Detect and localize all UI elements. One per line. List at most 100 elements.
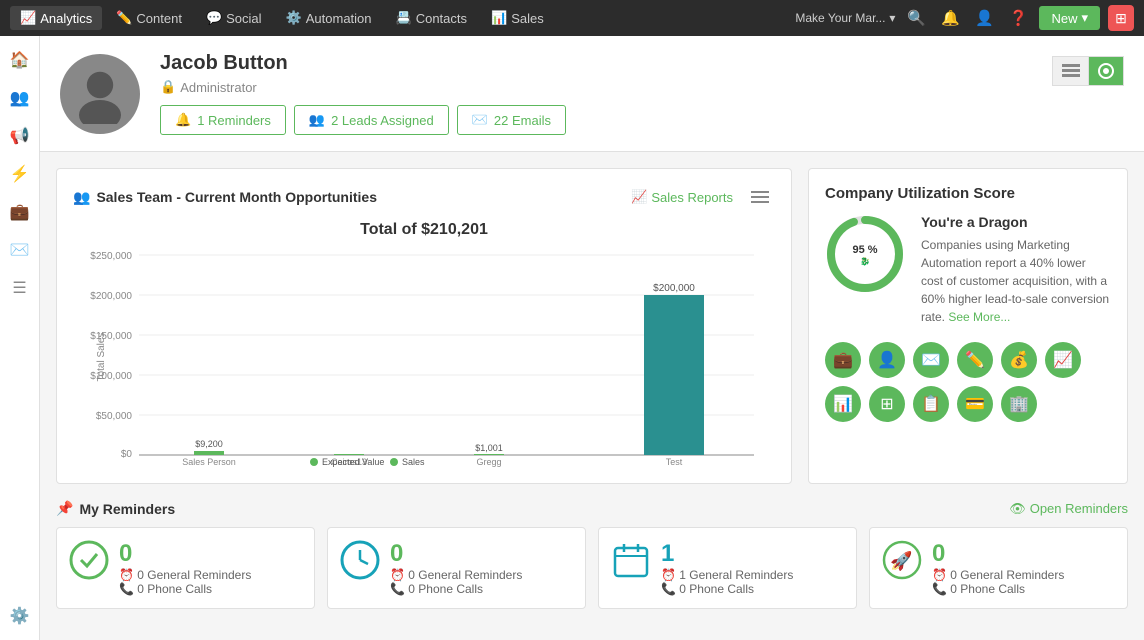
contacts-icon: 📇: [396, 10, 412, 26]
chevron-down-icon: ▾: [1081, 10, 1088, 26]
shield-icon: 🔒: [160, 79, 176, 95]
chart-icon: 📈: [631, 189, 647, 205]
score-circle: 95 % 🐉: [825, 214, 905, 294]
nav-sales[interactable]: 📊 Sales: [481, 6, 554, 30]
sidebar-briefcase[interactable]: 💼: [4, 196, 36, 228]
profile-actions: 🔔 1 Reminders 👥 2 Leads Assigned ✉️ 22 E…: [160, 105, 1032, 135]
svg-text:$1,001: $1,001: [475, 443, 503, 453]
general-reminder-1: ⏰ 0 General Reminders: [390, 568, 522, 582]
feature-building-icon[interactable]: 🏢: [1001, 386, 1037, 422]
sales-icon: 📊: [491, 10, 507, 26]
automation-icon: ⚙️: [286, 10, 302, 26]
nav-analytics[interactable]: 📈 Analytics: [10, 6, 102, 30]
general-reminder-2: ⏰ 1 General Reminders: [661, 568, 793, 582]
phone-reminder-0: 📞 0 Phone Calls: [119, 582, 251, 596]
svg-text:Sales Person: Sales Person: [182, 457, 236, 467]
eye-icon: 👁: [1009, 501, 1026, 517]
nav-analytics-label: Analytics: [40, 11, 92, 26]
sidebar-mail[interactable]: ✉️: [4, 234, 36, 266]
feature-bar-icon[interactable]: 📊: [825, 386, 861, 422]
new-button[interactable]: New ▾: [1039, 6, 1100, 30]
email-icon: ✉️: [472, 112, 488, 128]
score-percentage: 95 %: [852, 244, 877, 256]
profile-info: Jacob Button 🔒 Administrator 🔔 1 Reminde…: [160, 52, 1032, 135]
sales-reports-link[interactable]: 📈 Sales Reports: [631, 189, 733, 205]
reminder-calendar-icon: [611, 540, 651, 580]
chart-total: Total of $210,201: [73, 221, 775, 239]
feature-user-icon[interactable]: 👤: [869, 342, 905, 378]
user-profile-button[interactable]: 👤: [971, 5, 997, 31]
phone-reminder-3: 📞 0 Phone Calls: [932, 582, 1064, 596]
bar-chart: $250,000 $200,000 $150,000 $100,000 $50,…: [73, 247, 775, 467]
left-sidebar: 🏠 👥 📢 ⚡ 💼 ✉️ ☰ ⚙️: [0, 36, 40, 640]
feature-edit-icon[interactable]: ✏️: [957, 342, 993, 378]
feature-money-icon[interactable]: 💰: [1001, 342, 1037, 378]
brand-selector[interactable]: Make Your Mar... ▾: [795, 11, 895, 25]
feature-card-icon[interactable]: 💳: [957, 386, 993, 422]
nav-content-label: Content: [136, 11, 182, 26]
feature-chart-icon[interactable]: 📈: [1045, 342, 1081, 378]
score-description: You're a Dragon Companies using Marketin…: [921, 214, 1111, 326]
reminder-card-0: 0 ⏰ 0 General Reminders 📞 0 Phone Calls: [56, 527, 315, 609]
top-navigation: 📈 Analytics ✏️ Content 💬 Social ⚙️ Autom…: [0, 0, 1144, 36]
score-title: Company Utilization Score: [825, 185, 1111, 202]
nav-social-label: Social: [226, 11, 261, 26]
chevron-down-icon: ▾: [889, 11, 895, 25]
sidebar-filter[interactable]: ⚡: [4, 158, 36, 190]
notifications-button[interactable]: 🔔: [937, 5, 963, 31]
score-card: Company Utilization Score 95 % 🐉: [808, 168, 1128, 484]
sidebar-home[interactable]: 🏠: [4, 44, 36, 76]
nav-automation[interactable]: ⚙️ Automation: [276, 6, 382, 30]
svg-text:$9,200: $9,200: [195, 439, 223, 449]
chart-title: 👥 Sales Team - Current Month Opportuniti…: [73, 189, 377, 206]
svg-text:$0: $0: [121, 449, 133, 460]
reminders-button[interactable]: 🔔 1 Reminders: [160, 105, 286, 135]
chart-card: 👥 Sales Team - Current Month Opportuniti…: [56, 168, 792, 484]
sidebar-users[interactable]: 👥: [4, 82, 36, 114]
team-icon: 👥: [73, 189, 90, 206]
svg-text:🚀: 🚀: [890, 550, 912, 571]
feature-clipboard-icon[interactable]: 📋: [913, 386, 949, 422]
reminders-title: 📌 My Reminders: [56, 500, 175, 517]
score-feature-icons: 💼 👤 ✉️ ✏️ 💰 📈 📊 ⊞ 📋 💳 🏢: [825, 342, 1111, 422]
reminder-card-1: 0 ⏰ 0 General Reminders 📞 0 Phone Calls: [327, 527, 586, 609]
reminder-card-2: 1 ⏰ 1 General Reminders 📞 0 Phone Calls: [598, 527, 857, 609]
grid-icon[interactable]: ⊞: [1108, 5, 1134, 31]
new-label: New: [1051, 11, 1077, 26]
card-icon: [1098, 63, 1114, 79]
brand-label: Make Your Mar...: [795, 11, 885, 25]
nav-content[interactable]: ✏️ Content: [106, 6, 192, 30]
leads-button[interactable]: 👥 2 Leads Assigned: [294, 105, 449, 135]
card-view-button[interactable]: [1088, 56, 1124, 86]
sidebar-megaphone[interactable]: 📢: [4, 120, 36, 152]
dragon-icon: 🐉: [860, 257, 870, 266]
social-icon: 💬: [206, 10, 222, 26]
reminder-rocket-icon: 🚀: [882, 540, 922, 580]
chart-menu-button[interactable]: [745, 185, 775, 209]
svg-text:Test: Test: [666, 457, 683, 467]
feature-grid-icon[interactable]: ⊞: [869, 386, 905, 422]
dashboard-grid: 👥 Sales Team - Current Month Opportuniti…: [40, 152, 1144, 500]
avatar-icon: [70, 64, 130, 124]
main-content: Jacob Button 🔒 Administrator 🔔 1 Reminde…: [40, 36, 1144, 640]
profile-name: Jacob Button: [160, 52, 1032, 75]
see-more-link[interactable]: See More...: [948, 310, 1010, 324]
svg-text:Gregg: Gregg: [476, 457, 501, 467]
chart-area: $250,000 $200,000 $150,000 $100,000 $50,…: [73, 247, 775, 467]
score-content: 95 % 🐉 You're a Dragon Companies using M…: [825, 214, 1111, 326]
pin-icon: 📌: [56, 500, 73, 517]
table-view-button[interactable]: [1052, 56, 1088, 86]
svg-text:$250,000: $250,000: [90, 251, 132, 262]
sidebar-list[interactable]: ☰: [4, 272, 36, 304]
search-button[interactable]: 🔍: [903, 5, 929, 31]
nav-social[interactable]: 💬 Social: [196, 6, 272, 30]
table-icon: [1062, 64, 1080, 78]
feature-briefcase-icon[interactable]: 💼: [825, 342, 861, 378]
emails-button[interactable]: ✉️ 22 Emails: [457, 105, 566, 135]
open-reminders-link[interactable]: 👁 Open Reminders: [1009, 501, 1128, 517]
sidebar-settings[interactable]: ⚙️: [4, 600, 36, 632]
nav-contacts[interactable]: 📇 Contacts: [386, 6, 478, 30]
help-button[interactable]: ❓: [1005, 5, 1031, 31]
svg-text:$200,000: $200,000: [90, 291, 132, 302]
feature-mail-icon[interactable]: ✉️: [913, 342, 949, 378]
